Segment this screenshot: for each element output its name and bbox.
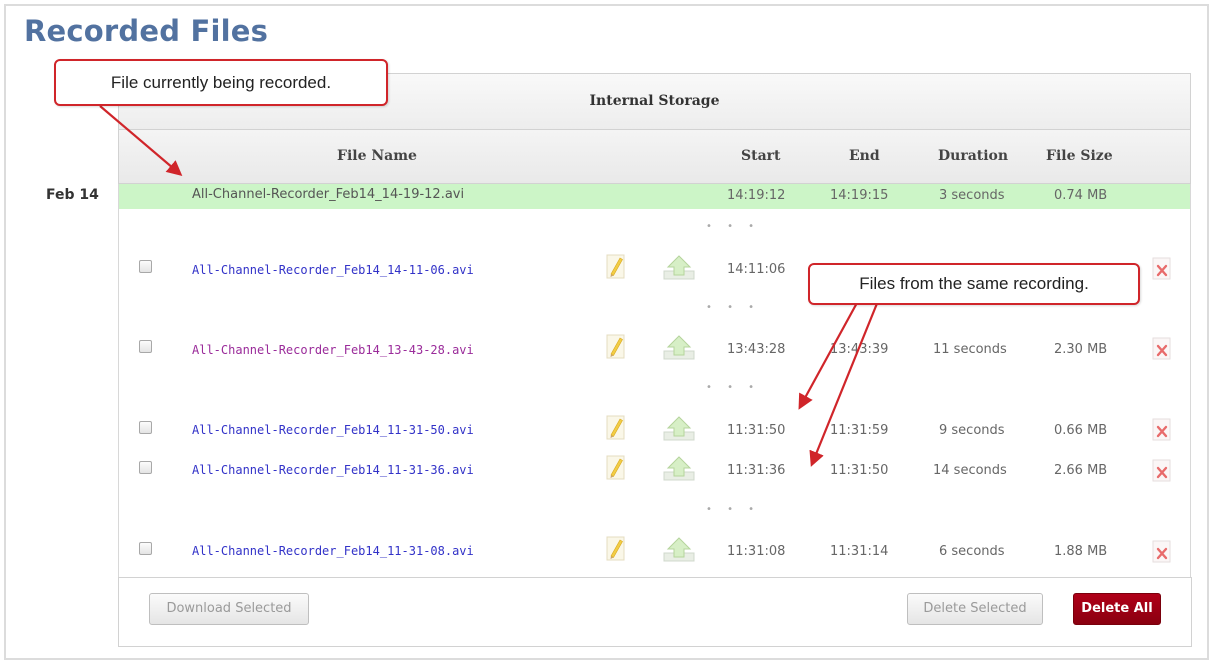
callout-current-recording: File currently being recorded.	[54, 59, 388, 106]
callout-arrow	[99, 105, 183, 176]
callout-arrow	[798, 300, 859, 410]
callout-same-recording: Files from the same recording.	[808, 263, 1140, 305]
